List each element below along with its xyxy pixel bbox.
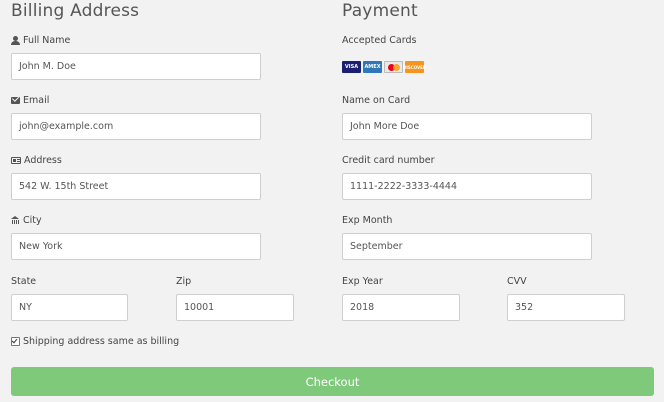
name-on-card-label-text: Name on Card <box>342 95 411 106</box>
state-value: NY <box>19 302 32 313</box>
card-number-value: 1111-2222-3333-4444 <box>350 181 457 192</box>
name-on-card-input[interactable]: John More Doe <box>342 113 592 140</box>
address-input[interactable]: 542 W. 15th Street <box>11 173 261 200</box>
exp-year-input[interactable]: 2018 <box>342 294 460 321</box>
accepted-cards-label: Accepted Cards <box>342 35 416 46</box>
exp-year-label: Exp Year <box>342 276 383 287</box>
mastercard-icon <box>384 61 403 73</box>
email-label-text: Email <box>23 95 50 106</box>
amex-icon: AMEX <box>363 61 382 73</box>
city-value: New York <box>19 241 63 252</box>
cvv-label: CVV <box>507 276 527 287</box>
email-value: john@example.com <box>19 121 114 132</box>
accepted-cards-label-text: Accepted Cards <box>342 35 417 46</box>
exp-month-value: September <box>350 241 403 252</box>
billing-title: Billing Address <box>11 1 140 21</box>
card-number-label: Credit card number <box>342 155 435 166</box>
shipping-same-checkbox[interactable] <box>11 337 20 346</box>
visa-icon: VISA <box>342 61 361 73</box>
user-icon <box>11 36 20 45</box>
exp-month-input[interactable]: September <box>342 233 592 260</box>
full-name-label: Full Name <box>11 35 70 46</box>
shipping-same-label: Shipping address same as billing <box>23 336 180 347</box>
full-name-value: John M. Doe <box>19 61 76 72</box>
name-on-card-label: Name on Card <box>342 95 410 106</box>
cvv-label-text: CVV <box>507 276 527 287</box>
envelope-icon <box>11 97 20 104</box>
address-card-icon <box>11 157 21 164</box>
address-label-text: Address <box>24 155 62 166</box>
exp-month-label: Exp Month <box>342 215 392 226</box>
exp-year-value: 2018 <box>350 302 375 313</box>
city-label: City <box>11 215 42 226</box>
payment-title: Payment <box>342 1 418 21</box>
shipping-same-checkbox-row[interactable]: Shipping address same as billing <box>11 336 179 347</box>
discover-icon: DISCOVER <box>403 61 426 73</box>
state-input[interactable]: NY <box>11 294 128 321</box>
city-input[interactable]: New York <box>11 233 261 260</box>
email-input[interactable]: john@example.com <box>11 113 261 140</box>
address-label: Address <box>11 155 62 166</box>
accepted-cards: VISA AMEX DISCOVER <box>342 61 426 73</box>
card-number-label-text: Credit card number <box>342 155 435 166</box>
checkout-button[interactable]: Checkout <box>11 367 654 396</box>
state-label: State <box>11 276 36 287</box>
card-number-input[interactable]: 1111-2222-3333-4444 <box>342 173 592 200</box>
zip-label-text: Zip <box>176 276 192 287</box>
institution-icon <box>11 216 20 225</box>
zip-input[interactable]: 10001 <box>176 294 294 321</box>
zip-label: Zip <box>176 276 191 287</box>
exp-month-label-text: Exp Month <box>342 215 393 226</box>
cvv-input[interactable]: 352 <box>507 294 625 321</box>
name-on-card-value: John More Doe <box>350 121 420 132</box>
city-label-text: City <box>23 215 42 226</box>
zip-value: 10001 <box>184 302 215 313</box>
address-value: 542 W. 15th Street <box>19 181 109 192</box>
state-label-text: State <box>11 276 37 287</box>
email-label: Email <box>11 95 49 106</box>
full-name-input[interactable]: John M. Doe <box>11 53 261 80</box>
exp-year-label-text: Exp Year <box>342 276 383 287</box>
cvv-value: 352 <box>515 302 534 313</box>
full-name-label-text: Full Name <box>23 35 71 46</box>
